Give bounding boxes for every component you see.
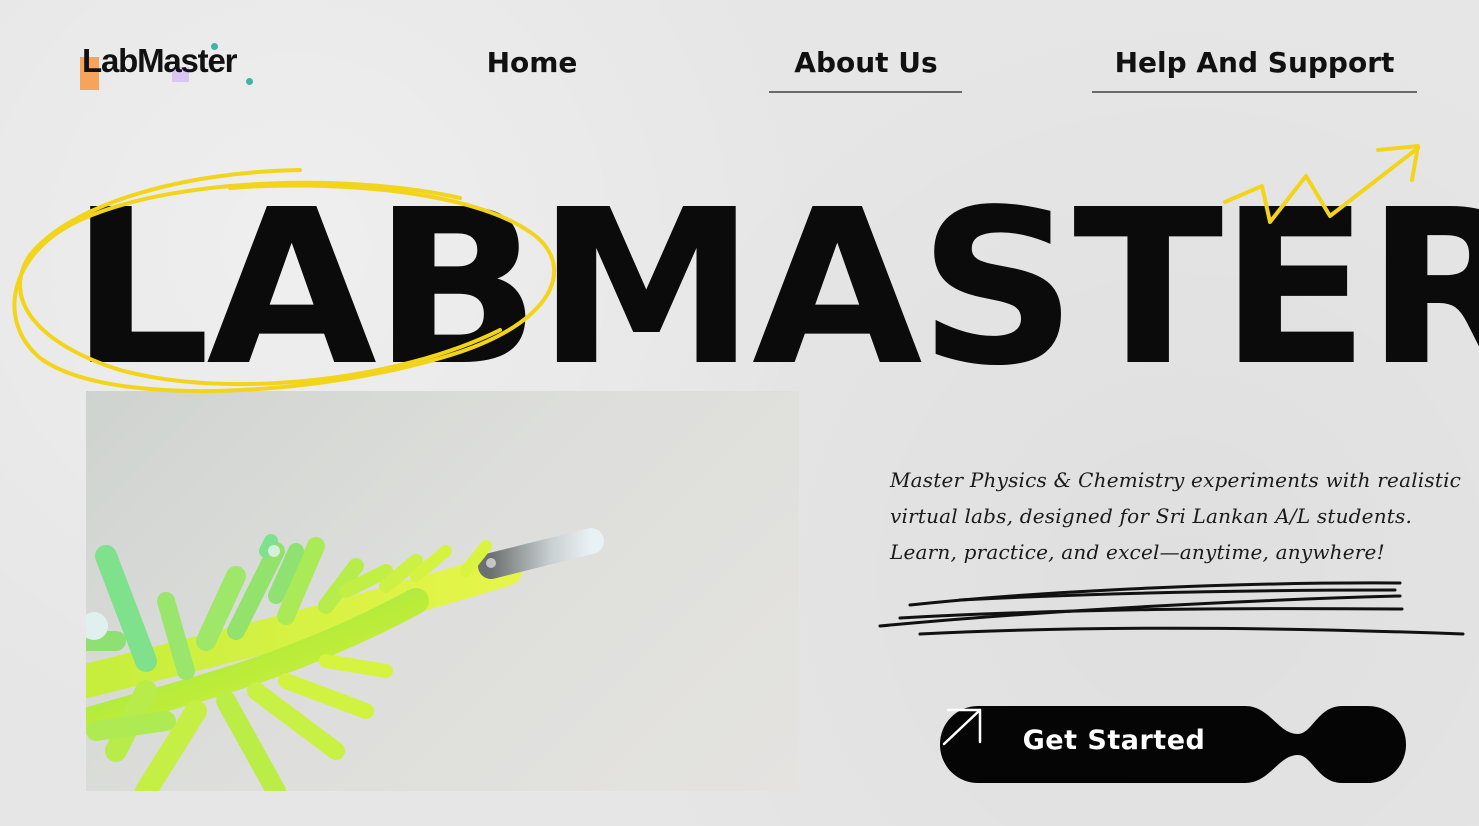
nav-help-and-support[interactable]: Help And Support xyxy=(1092,46,1417,79)
black-underline-scribble xyxy=(878,581,1465,636)
tagline-line: Master Physics & Chemistry experiments w… xyxy=(890,468,1462,492)
logo-text: LabMaster xyxy=(82,42,237,79)
molecule-illustration xyxy=(86,528,604,791)
tagline-line: Learn, practice, and excel—anytime, anyw… xyxy=(890,540,1385,564)
brand-logo[interactable]: LabMaster xyxy=(78,40,268,92)
get-started-label: Get Started xyxy=(1022,725,1206,756)
nav-home[interactable]: Home xyxy=(486,46,578,79)
nav-about-underline xyxy=(769,91,962,93)
arrow-up-right-icon xyxy=(942,708,982,746)
logo-teal-dot xyxy=(246,78,253,85)
hero-tagline: Master Physics & Chemistry experiments w… xyxy=(890,462,1462,570)
hero-title: LABMASTER xyxy=(70,164,1479,413)
green-molecule-image xyxy=(86,391,799,791)
nav-about-us[interactable]: About Us xyxy=(770,46,962,79)
page-background: LabMaster Home About Us Help And Support… xyxy=(0,0,1479,826)
nav-help-underline xyxy=(1092,91,1417,93)
get-started-button[interactable]: Get Started xyxy=(940,706,1406,783)
tagline-line: virtual labs, designed for Sri Lankan A/… xyxy=(890,504,1413,528)
